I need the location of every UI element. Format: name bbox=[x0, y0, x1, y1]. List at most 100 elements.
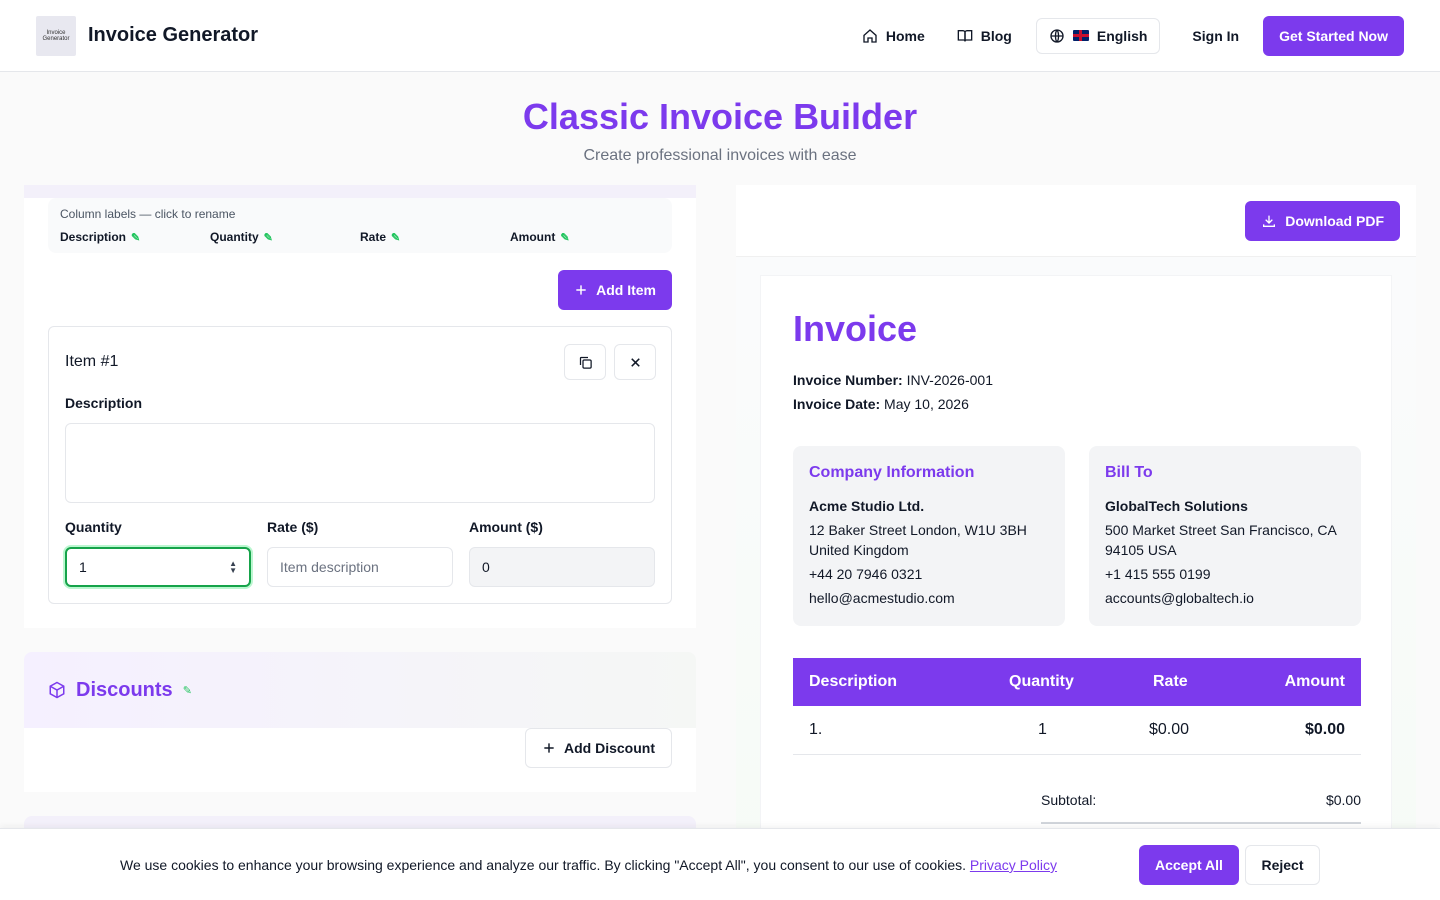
preview-toolbar: Download PDF bbox=[736, 185, 1416, 257]
pencil-icon: ✎ bbox=[391, 231, 401, 244]
uk-flag-icon bbox=[1072, 30, 1089, 41]
reject-button[interactable]: Reject bbox=[1245, 845, 1320, 885]
item-title: Item #1 bbox=[65, 353, 119, 370]
copy-icon bbox=[579, 356, 592, 369]
invoice-document: Invoice Invoice Number: INV-2026-001 Inv… bbox=[760, 275, 1392, 900]
quantity-input[interactable]: 1 ▲ ▼ bbox=[65, 547, 251, 587]
invoice-date: May 10, 2026 bbox=[884, 396, 969, 412]
company-email: hello@acmestudio.com bbox=[809, 590, 955, 606]
cookie-banner: We use cookies to enhance your browsing … bbox=[0, 828, 1440, 900]
discounts-title: Discounts bbox=[76, 678, 173, 701]
nav-home-label: Home bbox=[885, 27, 925, 44]
logo[interactable]: Invoice Generator bbox=[36, 15, 76, 56]
brand-name[interactable]: Invoice Generator bbox=[88, 24, 258, 47]
column-label-description[interactable]: Description ✎ bbox=[60, 230, 210, 244]
client-address: 500 Market Street San Francisco, CA 9410… bbox=[1105, 522, 1337, 558]
column-label-quantity[interactable]: Quantity ✎ bbox=[210, 230, 360, 244]
plus-icon bbox=[576, 285, 586, 295]
get-started-button[interactable]: Get Started Now bbox=[1263, 15, 1404, 56]
top-navbar: Invoice Generator Invoice Generator Home… bbox=[0, 0, 1440, 72]
column-label-amount[interactable]: Amount ✎ bbox=[510, 230, 660, 244]
rate-input[interactable]: Item description bbox=[267, 547, 453, 587]
nav-blog-link[interactable]: Blog bbox=[941, 18, 1028, 54]
remove-item-button[interactable] bbox=[614, 344, 656, 380]
pencil-icon: ✎ bbox=[131, 231, 141, 244]
invoice-preview-panel: Download PDF Invoice Invoice Number: INV… bbox=[736, 185, 1416, 900]
page-subtitle: Create professional invoices with ease bbox=[583, 147, 857, 164]
add-item-button[interactable]: Add Item bbox=[558, 270, 672, 310]
cookie-text: We use cookies to enhance your browsing … bbox=[120, 857, 966, 873]
main-nav: Home Blog English Sign In Get Started No… bbox=[846, 15, 1404, 56]
table-header-amount: Amount bbox=[1284, 673, 1345, 690]
page-title: Classic Invoice Builder bbox=[522, 96, 918, 137]
language-selector[interactable]: English bbox=[1035, 17, 1161, 54]
table-row: 1. 1 $0.00 $0.00 bbox=[793, 706, 1361, 755]
subtotal-divider bbox=[1041, 822, 1361, 824]
amount-input: 0 bbox=[469, 547, 655, 587]
add-discount-label: Add Discount bbox=[564, 740, 655, 756]
description-label: Description bbox=[65, 395, 143, 411]
table-header-quantity: Quantity bbox=[1009, 673, 1074, 690]
subtotal-label: Subtotal: bbox=[1041, 792, 1097, 808]
pencil-icon[interactable]: ✎ bbox=[183, 684, 192, 697]
close-icon bbox=[630, 357, 640, 367]
download-pdf-button[interactable]: Download PDF bbox=[1245, 201, 1400, 241]
discounts-section-header: Discounts ✎ bbox=[24, 652, 696, 728]
column-label-text: Rate bbox=[360, 230, 387, 244]
column-label-text: Description bbox=[60, 230, 127, 244]
invoice-number-label: Invoice Number: bbox=[793, 372, 903, 388]
column-label-rate[interactable]: Rate ✎ bbox=[360, 230, 510, 244]
row-amount: $0.00 bbox=[1304, 721, 1345, 738]
rate-label: Rate ($) bbox=[267, 519, 319, 535]
globe-icon bbox=[1050, 28, 1064, 43]
cookie-message: We use cookies to enhance your browsing … bbox=[120, 857, 1057, 873]
row-quantity: 1 bbox=[1038, 721, 1047, 738]
stepper-arrows-icon[interactable]: ▲ ▼ bbox=[229, 560, 237, 575]
download-icon bbox=[1263, 215, 1276, 227]
subtotal-value: $0.00 bbox=[1325, 792, 1361, 808]
client-name: GlobalTech Solutions bbox=[1105, 498, 1248, 514]
discounts-section-body: Add Discount bbox=[24, 728, 696, 792]
privacy-policy-link[interactable]: Privacy Policy bbox=[970, 857, 1057, 873]
accept-all-button[interactable]: Accept All bbox=[1139, 845, 1239, 885]
invoice-date-label: Invoice Date: bbox=[793, 396, 881, 412]
duplicate-item-button[interactable] bbox=[564, 344, 606, 380]
download-pdf-label: Download PDF bbox=[1285, 213, 1384, 229]
logo-text: Invoice Generator bbox=[42, 29, 70, 42]
quantity-label: Quantity bbox=[65, 519, 122, 535]
bill-to-heading: Bill To bbox=[1105, 464, 1153, 481]
client-phone: +1 415 555 0199 bbox=[1105, 566, 1211, 582]
language-label: English bbox=[1096, 27, 1148, 44]
column-label-text: Quantity bbox=[210, 230, 259, 244]
company-phone: +44 20 7946 0321 bbox=[809, 566, 923, 582]
quantity-value: 1 bbox=[79, 559, 87, 575]
nav-home-link[interactable]: Home bbox=[846, 18, 941, 54]
home-icon bbox=[863, 28, 877, 43]
description-textarea[interactable] bbox=[65, 423, 655, 503]
company-info-heading: Company Information bbox=[809, 464, 975, 481]
invoice-number: INV-2026-001 bbox=[906, 372, 993, 388]
column-labels-box: Column labels — click to rename Descript… bbox=[48, 198, 672, 253]
add-discount-button[interactable]: Add Discount bbox=[525, 728, 672, 768]
pencil-icon: ✎ bbox=[263, 231, 273, 244]
pencil-icon: ✎ bbox=[560, 231, 570, 244]
company-info-card: Company Information Acme Studio Ltd. 12 … bbox=[793, 446, 1065, 626]
company-name: Acme Studio Ltd. bbox=[809, 498, 925, 514]
column-labels-hint: Column labels — click to rename bbox=[60, 207, 236, 221]
company-address: 12 Baker Street London, W1U 3BH United K… bbox=[809, 522, 1027, 558]
invoice-title: Invoice bbox=[793, 308, 918, 349]
nav-blog-label: Blog bbox=[980, 27, 1012, 44]
table-header-description: Description bbox=[809, 673, 898, 690]
row-description: 1. bbox=[809, 721, 823, 738]
book-icon bbox=[957, 29, 973, 41]
items-editor-panel: Column labels — click to rename Descript… bbox=[24, 185, 696, 628]
add-item-label: Add Item bbox=[596, 282, 656, 298]
column-label-text: Amount bbox=[510, 230, 556, 244]
invoice-number-line: Invoice Number: INV-2026-001 bbox=[793, 372, 993, 388]
bill-to-card: Bill To GlobalTech Solutions 500 Market … bbox=[1089, 446, 1361, 626]
plus-icon bbox=[544, 743, 554, 753]
box-icon bbox=[49, 681, 65, 699]
sign-in-link[interactable]: Sign In bbox=[1168, 28, 1263, 44]
amount-label: Amount ($) bbox=[469, 519, 543, 535]
table-header-rate: Rate bbox=[1153, 673, 1188, 690]
